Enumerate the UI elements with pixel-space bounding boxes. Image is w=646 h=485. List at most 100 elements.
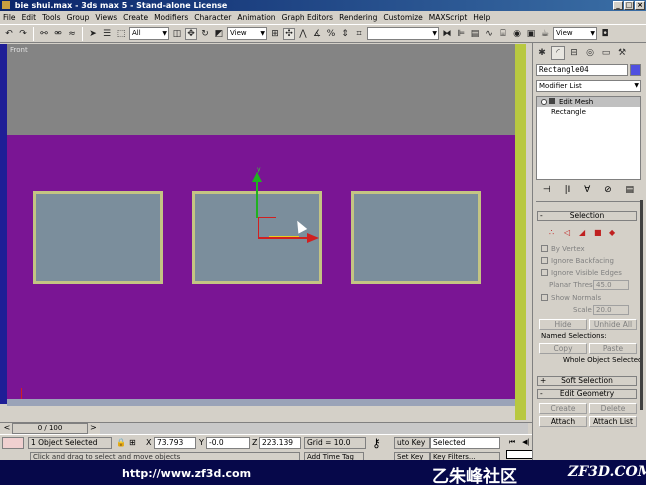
planar-thresh-spinner[interactable]: 45.0 [593, 280, 629, 290]
move-gizmo-x-arrow[interactable] [307, 233, 319, 243]
menu-modifiers[interactable]: Modifiers [154, 13, 188, 22]
edge-icon[interactable]: ◁ [564, 229, 572, 237]
render-scene-icon[interactable]: ▣ [525, 28, 537, 40]
time-next-arrow[interactable]: > [90, 423, 97, 433]
menu-rendering[interactable]: Rendering [339, 13, 377, 22]
menu-tools[interactable]: Tools [42, 13, 60, 22]
auto-key-button[interactable]: uto Key [394, 437, 430, 449]
select-object-icon[interactable]: ➤ [87, 28, 99, 40]
utilities-tab-icon[interactable]: ⚒ [615, 46, 629, 60]
soft-selection-rollout-header[interactable]: + Soft Selection [537, 376, 637, 386]
delete-button[interactable]: Delete [589, 403, 637, 414]
checkbox-box[interactable] [541, 245, 548, 252]
key-mode-icon[interactable]: ⚷ [372, 437, 381, 449]
command-panel-scrollbar[interactable] [640, 200, 643, 410]
menu-help[interactable]: Help [473, 13, 490, 22]
vertex-icon[interactable]: ∴ [549, 229, 557, 237]
menu-group[interactable]: Group [67, 13, 90, 22]
reference-coordinate-dropdown[interactable]: View [227, 27, 267, 40]
select-and-scale-icon[interactable]: ◩ [213, 28, 225, 40]
checkbox-box[interactable] [541, 294, 548, 301]
align-icon[interactable]: ⊫ [455, 28, 467, 40]
move-gizmo-y-axis[interactable] [256, 178, 258, 218]
viewport-label[interactable]: Front [10, 46, 28, 54]
object-color-swatch[interactable] [630, 64, 641, 76]
lightbulb-icon[interactable] [541, 99, 547, 105]
modifier-list-dropdown[interactable]: Modifier List [536, 80, 641, 92]
polygon-icon[interactable]: ■ [594, 229, 602, 237]
layer-manager-icon[interactable]: ▤ [469, 28, 481, 40]
menu-maxscript[interactable]: MAXScript [429, 13, 468, 22]
menu-animation[interactable]: Animation [237, 13, 275, 22]
expand-icon[interactable] [549, 98, 555, 104]
minimize-icon[interactable]: _ [613, 1, 623, 10]
edit-geometry-rollout-header[interactable]: - Edit Geometry [537, 389, 637, 399]
show-normals-checkbox[interactable]: Show Normals [541, 294, 601, 302]
spinner-snap-icon[interactable]: ⇕ [339, 28, 351, 40]
z-coordinate-field[interactable]: 223.139 [259, 437, 301, 449]
scale-spinner[interactable]: 20.0 [593, 305, 629, 315]
previous-frame-icon[interactable]: ◀| [520, 437, 532, 448]
absolute-mode-icon[interactable]: ⊞ [129, 437, 136, 449]
create-tab-icon[interactable]: ✱ [535, 46, 549, 60]
time-slider-thumb[interactable]: 0 / 100 [12, 423, 88, 434]
element-icon[interactable]: ◆ [609, 229, 617, 237]
paste-button[interactable]: Paste [589, 343, 637, 354]
unlink-icon[interactable]: ⚮ [52, 28, 64, 40]
go-to-start-icon[interactable]: ⏮ [506, 437, 518, 448]
mirror-icon[interactable]: ⧓ [441, 28, 453, 40]
quick-render-icon[interactable]: ☕ [539, 28, 551, 40]
attach-list-button[interactable]: Attach List [589, 416, 637, 427]
hierarchy-tab-icon[interactable]: ⊟ [567, 46, 581, 60]
stack-item-rectangle[interactable]: Rectangle [537, 107, 640, 117]
undo-icon[interactable]: ↶ [3, 28, 15, 40]
select-by-name-icon[interactable]: ☰ [101, 28, 113, 40]
menu-views[interactable]: Views [95, 13, 117, 22]
window-crossing-icon[interactable]: ◫ [171, 28, 183, 40]
x-coordinate-field[interactable]: 73.793 [154, 437, 196, 449]
maxscript-listener-swatch[interactable] [2, 437, 24, 449]
key-selection-dropdown[interactable]: Selected [430, 437, 500, 449]
menu-character[interactable]: Character [194, 13, 231, 22]
make-unique-icon[interactable]: ∀ [584, 185, 590, 195]
modify-tab-icon[interactable]: ◜ [551, 46, 565, 60]
ignore-visible-edges-checkbox[interactable]: Ignore Visible Edges [541, 269, 622, 277]
unhide-all-button[interactable]: Unhide All [589, 319, 637, 330]
menu-create[interactable]: Create [123, 13, 148, 22]
track-bar[interactable] [100, 423, 528, 434]
menu-file[interactable]: File [3, 13, 16, 22]
rectangular-region-icon[interactable]: ⬚ [115, 28, 127, 40]
copy-button[interactable]: Copy [539, 343, 587, 354]
by-vertex-checkbox[interactable]: By Vertex [541, 245, 585, 253]
remove-modifier-icon[interactable]: ⊘ [604, 185, 612, 195]
link-icon[interactable]: ⚯ [38, 28, 50, 40]
select-and-move-icon[interactable]: ✥ [185, 27, 197, 40]
move-gizmo-x-axis[interactable] [258, 237, 313, 239]
time-prev-arrow[interactable]: < [2, 423, 12, 434]
render-view-dropdown[interactable]: View [553, 27, 597, 40]
object-name-field[interactable]: Rectangle04 [536, 64, 628, 76]
close-icon[interactable]: × [635, 1, 645, 10]
rectangle-panel-right[interactable] [351, 191, 481, 284]
front-viewport[interactable]: Front y [7, 44, 515, 406]
redo-icon[interactable]: ↷ [17, 28, 29, 40]
angle-snap-icon[interactable]: ∡ [311, 28, 323, 40]
checkbox-box[interactable] [541, 257, 548, 264]
attach-button[interactable]: Attach [539, 416, 587, 427]
bind-space-warp-icon[interactable]: ≈ [66, 28, 78, 40]
lock-selection-icon[interactable]: 🔒 [116, 437, 126, 449]
hide-button[interactable]: Hide [539, 319, 587, 330]
menu-graph-editors[interactable]: Graph Editors [282, 13, 334, 22]
curve-editor-icon[interactable]: ∿ [483, 28, 495, 40]
render-last-icon[interactable]: ◘ [599, 28, 611, 40]
display-tab-icon[interactable]: ▭ [599, 46, 613, 60]
rectangle-panel-left[interactable] [33, 191, 163, 284]
move-gizmo-plane-v[interactable] [258, 217, 259, 237]
pivot-center-icon[interactable]: ⊞ [269, 28, 281, 40]
ignore-backfacing-checkbox[interactable]: Ignore Backfacing [541, 257, 614, 265]
select-and-rotate-icon[interactable]: ↻ [199, 28, 211, 40]
menu-edit[interactable]: Edit [22, 13, 37, 22]
snap-toggle-icon[interactable]: ⋀ [297, 28, 309, 40]
selection-filter-dropdown[interactable]: All [129, 27, 169, 40]
y-coordinate-field[interactable]: -0.0 [206, 437, 250, 449]
